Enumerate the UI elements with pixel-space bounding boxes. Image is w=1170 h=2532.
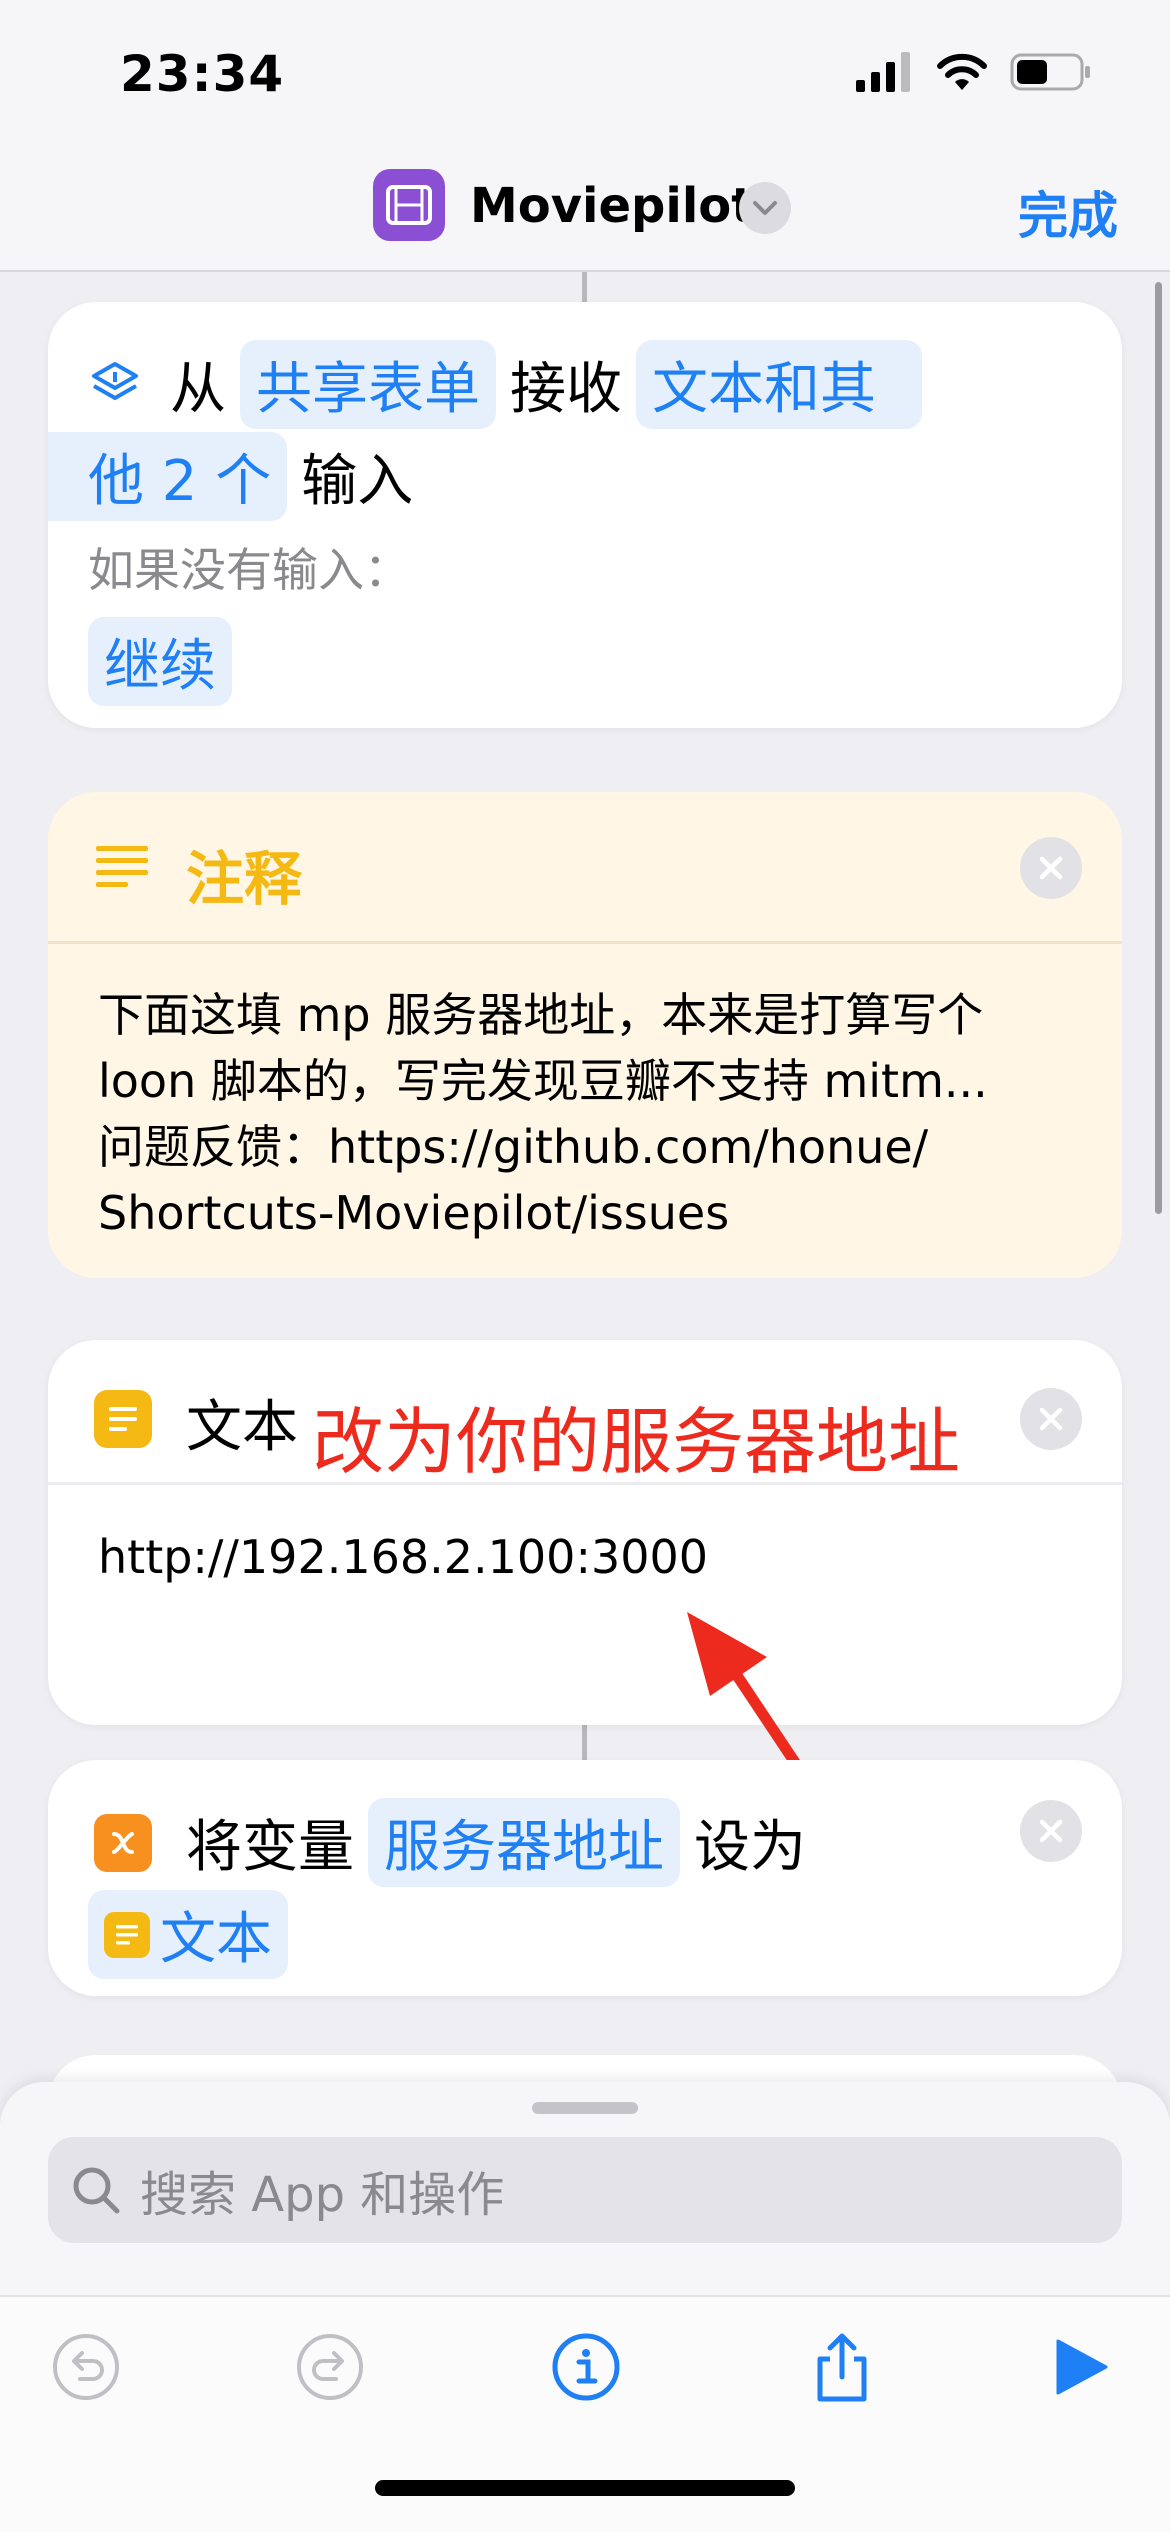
close-icon: [1039, 856, 1063, 880]
from-label: 从: [170, 357, 226, 422]
text-lines-icon: [109, 1407, 137, 1431]
close-icon: [1039, 1819, 1063, 1843]
share-button[interactable]: [802, 2327, 882, 2407]
source-token[interactable]: 共享表单: [240, 340, 496, 429]
input-type-token-cont[interactable]: 他 2 个: [48, 432, 288, 521]
comment-line: 问题反馈：https://github.com/honue/: [98, 1120, 929, 1174]
text-lines-icon: [104, 1911, 150, 1958]
text-action-icon: [94, 1390, 152, 1448]
sheet-grabber[interactable]: [532, 2102, 638, 2114]
comment-title: 注释: [186, 845, 303, 913]
signal-icon: [856, 52, 910, 92]
search-placeholder: 搜索 App 和操作: [140, 2167, 505, 2223]
chevron-down-icon: [753, 201, 777, 215]
redo-icon: [297, 2334, 363, 2400]
set-variable-action[interactable]: 将变量 服务器地址 设为 文本: [48, 1760, 1122, 1996]
to-label: 设为: [694, 1815, 806, 1880]
receive-line-1: 从 共享表单 接收 文本和其: [88, 340, 922, 429]
variable-name-token[interactable]: 服务器地址: [368, 1798, 680, 1887]
comment-line: 下面这填 mp 服务器地址，本来是打算写个: [98, 988, 984, 1042]
info-button[interactable]: [546, 2327, 626, 2407]
remove-comment-button[interactable]: [1020, 837, 1082, 899]
continue-token[interactable]: 继续: [88, 617, 232, 706]
remove-set-variable-button[interactable]: [1020, 1800, 1082, 1862]
set-label: 将变量: [186, 1815, 354, 1880]
close-icon: [1039, 1407, 1063, 1431]
receive-input-action[interactable]: 从 共享表单 接收 文本和其 他 2 个 输入 如果没有输入： 继续: [48, 302, 1122, 728]
action-connector: [582, 272, 587, 302]
play-icon: [1056, 2339, 1108, 2395]
if-no-input-label: 如果没有输入：: [88, 543, 410, 597]
info-icon: [552, 2333, 620, 2401]
editor-toolbar: [0, 2295, 1170, 2532]
home-indicator[interactable]: [375, 2480, 795, 2496]
comment-text[interactable]: 下面这填 mp 服务器地址，本来是打算写个 loon 脚本的，写完发现豆瓣不支持…: [98, 982, 1098, 1246]
share-icon: [817, 2333, 867, 2402]
receive-label: 接收: [510, 357, 622, 422]
scroll-indicator[interactable]: [1155, 282, 1162, 1214]
action-search-sheet: 搜索 App 和操作: [0, 2082, 1170, 2532]
action-connector: [582, 1725, 587, 1760]
receive-line-2: 他 2 个 输入: [48, 432, 413, 521]
value-token-label: 文本: [160, 1907, 272, 1972]
annotation-label: 改为你的服务器地址: [312, 1400, 961, 1484]
status-icons: [856, 52, 1092, 92]
variable-action-icon: [94, 1813, 152, 1872]
wifi-icon: [937, 53, 987, 90]
film-icon: [386, 185, 432, 225]
done-button[interactable]: 完成: [1018, 176, 1118, 248]
title-menu-button[interactable]: [739, 182, 791, 234]
battery-icon: [1010, 53, 1090, 91]
undo-icon: [53, 2334, 119, 2400]
redo-button[interactable]: [290, 2327, 370, 2407]
search-icon: [73, 2167, 120, 2214]
comment-header: 注释: [48, 792, 1122, 944]
run-button[interactable]: [1040, 2327, 1120, 2407]
status-time: 23:34: [120, 45, 285, 103]
lines-icon: [96, 846, 148, 887]
input-label: 输入: [301, 449, 414, 514]
search-field[interactable]: 搜索 App 和操作: [48, 2137, 1122, 2243]
remove-text-button[interactable]: [1020, 1388, 1082, 1450]
no-input-behavior: 继续: [88, 617, 232, 706]
layers-icon: [92, 361, 138, 400]
comment-action[interactable]: 注释 下面这填 mp 服务器地址，本来是打算写个 loon 脚本的，写完发现豆瓣…: [48, 792, 1122, 1278]
comment-line: loon 脚本的，写完发现豆瓣不支持 mitm...: [98, 1054, 988, 1108]
comment-line: Shortcuts-Moviepilot/issues: [98, 1186, 730, 1240]
set-variable-line-2: 文本: [88, 1890, 288, 1979]
text-value-field[interactable]: http://192.168.2.100:3000: [98, 1530, 708, 1584]
shortcut-title[interactable]: Moviepilot: [470, 178, 754, 234]
value-token[interactable]: 文本: [88, 1890, 288, 1979]
undo-button[interactable]: [46, 2327, 126, 2407]
set-variable-line-1: 将变量 服务器地址 设为: [94, 1798, 806, 1887]
input-type-token[interactable]: 文本和其: [636, 340, 922, 429]
navigation-bar: Moviepilot 完成: [0, 150, 1170, 272]
variable-x-icon: [112, 1831, 134, 1854]
shortcut-app-icon[interactable]: [373, 169, 445, 241]
text-action-title: 文本: [186, 1395, 298, 1460]
status-bar: 23:34: [0, 0, 1170, 150]
